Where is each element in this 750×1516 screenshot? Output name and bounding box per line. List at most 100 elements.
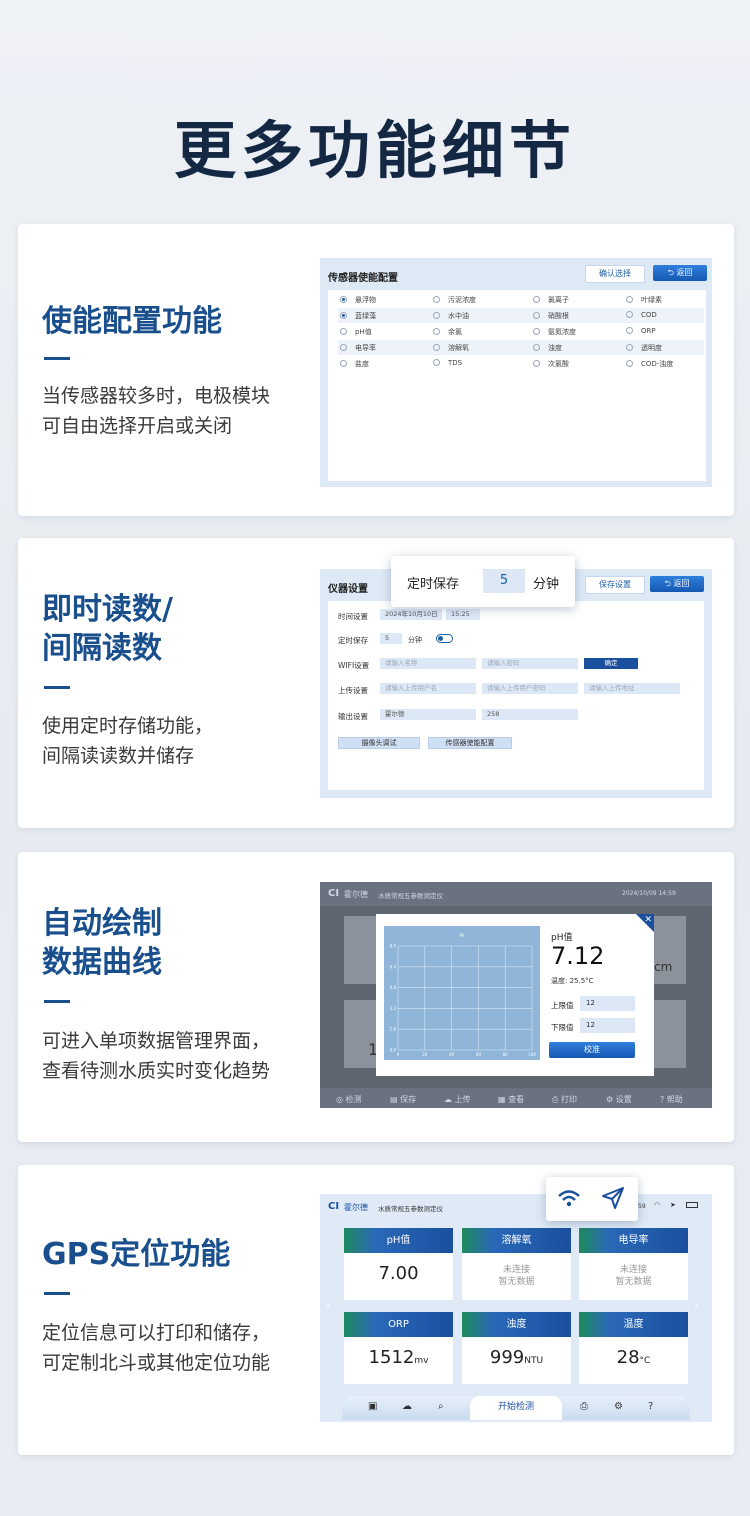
- tile-header: pH值: [344, 1228, 453, 1253]
- radio-icon[interactable]: [340, 296, 347, 303]
- upload-password-input[interactable]: 请输入上传用户密码: [482, 683, 578, 694]
- tile-header: 溶解氧: [462, 1228, 571, 1253]
- next-arrow-icon[interactable]: ›: [694, 1298, 699, 1312]
- prev-arrow-icon[interactable]: ‹: [326, 1298, 331, 1312]
- nav-item[interactable]: ⚙ 设置: [606, 1094, 632, 1105]
- nav-item[interactable]: ▦ 查看: [498, 1094, 524, 1105]
- timer-toggle[interactable]: [436, 634, 453, 643]
- sensor-tile[interactable]: 浊度 999NTU: [462, 1312, 571, 1384]
- output-field-2[interactable]: 258: [482, 709, 578, 720]
- radio-icon[interactable]: [433, 344, 440, 351]
- sensor-option[interactable]: 水中油: [433, 311, 469, 321]
- nav-icon: ⚙: [606, 1095, 616, 1104]
- radio-icon[interactable]: [340, 328, 347, 335]
- radio-icon[interactable]: [533, 344, 540, 351]
- timer-unit: 分钟: [408, 636, 422, 644]
- radio-icon[interactable]: [433, 359, 440, 366]
- radio-icon[interactable]: [626, 344, 633, 351]
- tile-status: 未连接: [619, 1265, 647, 1275]
- radio-icon[interactable]: [433, 312, 440, 319]
- sensor-option[interactable]: 电导率: [340, 343, 376, 353]
- card-desc-line2: 可自由选择开启或关闭: [42, 415, 233, 437]
- radio-icon[interactable]: [433, 328, 440, 335]
- popup-value-field[interactable]: 5: [483, 569, 525, 593]
- x-tick-label: 0: [397, 1052, 400, 1057]
- sensor-option[interactable]: 浊度: [533, 343, 562, 353]
- nav-item[interactable]: ▤ 保存: [390, 1094, 416, 1105]
- radio-icon[interactable]: [626, 311, 633, 318]
- radio-icon[interactable]: [340, 312, 347, 319]
- wifi-name-input[interactable]: 请输入名称: [380, 658, 476, 669]
- nav-item[interactable]: ⎙ 打印: [552, 1094, 577, 1105]
- sensor-tile[interactable]: 溶解氧 未连接 暂无数据: [462, 1228, 571, 1300]
- help-icon[interactable]: ?: [648, 1401, 653, 1412]
- date-field[interactable]: 2024年10月10日: [380, 609, 442, 620]
- nav-item[interactable]: ☁ 上传: [444, 1094, 471, 1105]
- back-button[interactable]: ⮌ 返回: [653, 265, 707, 281]
- sensor-option[interactable]: 盐度: [340, 359, 369, 369]
- sensor-tile[interactable]: 温度 28°C: [579, 1312, 688, 1384]
- search-icon[interactable]: ⌕: [438, 1401, 444, 1412]
- sensor-option[interactable]: 氯离子: [533, 295, 569, 305]
- upload-address-input[interactable]: 请输入上传地址: [584, 683, 680, 694]
- title-underline: [44, 357, 70, 360]
- sensor-config-button[interactable]: 传感器使能配置: [428, 737, 512, 749]
- radio-icon[interactable]: [340, 344, 347, 351]
- sensor-option-label: COD: [641, 311, 657, 319]
- sensor-option[interactable]: TDS: [433, 359, 462, 367]
- radio-icon[interactable]: [626, 327, 633, 334]
- sensor-option[interactable]: ORP: [626, 327, 656, 335]
- lower-limit-field[interactable]: 12: [580, 1018, 635, 1033]
- sensor-option[interactable]: COD-浊度: [626, 359, 673, 369]
- wifi-confirm-button[interactable]: 确定: [584, 658, 638, 669]
- upper-limit-field[interactable]: 12: [580, 996, 635, 1011]
- settings-icon[interactable]: ⚙: [614, 1401, 623, 1412]
- sensor-tile[interactable]: ORP 1512mv: [344, 1312, 453, 1384]
- radio-icon[interactable]: [433, 296, 440, 303]
- settings-panel: 时间设置 2024年10月10日 15:25 定时保存 5 分钟 WIFI设置 …: [328, 601, 704, 790]
- close-icon[interactable]: ✕: [636, 914, 654, 932]
- y-tick-label: 8.0: [390, 944, 397, 949]
- nav-item[interactable]: ? 帮助: [660, 1094, 683, 1105]
- camera-debug-button[interactable]: 摄像头调试: [338, 737, 420, 749]
- radio-icon[interactable]: [626, 360, 633, 367]
- radio-icon[interactable]: [533, 360, 540, 367]
- output-field-1[interactable]: 霍尔德: [380, 709, 476, 720]
- radio-icon[interactable]: [533, 312, 540, 319]
- sensor-option[interactable]: 蓝绿藻: [340, 311, 376, 321]
- sensor-option[interactable]: 叶绿素: [626, 295, 662, 305]
- radio-icon[interactable]: [533, 328, 540, 335]
- sensor-option[interactable]: 硝酸根: [533, 311, 569, 321]
- timer-field[interactable]: 5: [380, 633, 402, 644]
- sensor-tile[interactable]: 电导率 未连接 暂无数据: [579, 1228, 688, 1300]
- radio-icon[interactable]: [533, 296, 540, 303]
- sensor-option[interactable]: pH值: [340, 327, 372, 337]
- upload-user-input[interactable]: 请输入上传用户名: [380, 683, 476, 694]
- calibrate-button[interactable]: 校准: [549, 1042, 635, 1058]
- back-label: 返回: [673, 579, 690, 588]
- sensor-tile[interactable]: pH值 7.00: [344, 1228, 453, 1300]
- sensor-option[interactable]: 透明度: [626, 343, 662, 353]
- sensor-option[interactable]: 氨氮浓度: [533, 327, 576, 337]
- sensor-option[interactable]: 污泥浓度: [433, 295, 476, 305]
- nav-item[interactable]: ◎ 检测: [336, 1094, 362, 1105]
- tile-unit: mv: [414, 1356, 429, 1366]
- time-field[interactable]: 15:25: [446, 609, 480, 620]
- tile-number: 7.00: [378, 1263, 419, 1284]
- sensor-option[interactable]: 余氯: [433, 327, 462, 337]
- back-button[interactable]: ⮌ 返回: [650, 576, 704, 592]
- save-icon[interactable]: ▣: [368, 1401, 377, 1412]
- sensor-option[interactable]: 次氯酸: [533, 359, 569, 369]
- print-icon[interactable]: ⎙: [580, 1401, 588, 1412]
- radio-icon[interactable]: [340, 360, 347, 367]
- sensor-option-label: 叶绿素: [641, 296, 662, 304]
- confirm-button[interactable]: 确认选择: [585, 265, 645, 283]
- wifi-password-input[interactable]: 请输入密码: [482, 658, 578, 669]
- sensor-option[interactable]: 悬浮物: [340, 295, 376, 305]
- radio-icon[interactable]: [626, 296, 633, 303]
- start-detect-button[interactable]: 开始检测: [470, 1396, 562, 1420]
- upload-icon[interactable]: ☁: [402, 1401, 412, 1412]
- sensor-option[interactable]: COD: [626, 311, 657, 319]
- save-settings-button[interactable]: 保存设置: [585, 576, 645, 594]
- sensor-option[interactable]: 溶解氧: [433, 343, 469, 353]
